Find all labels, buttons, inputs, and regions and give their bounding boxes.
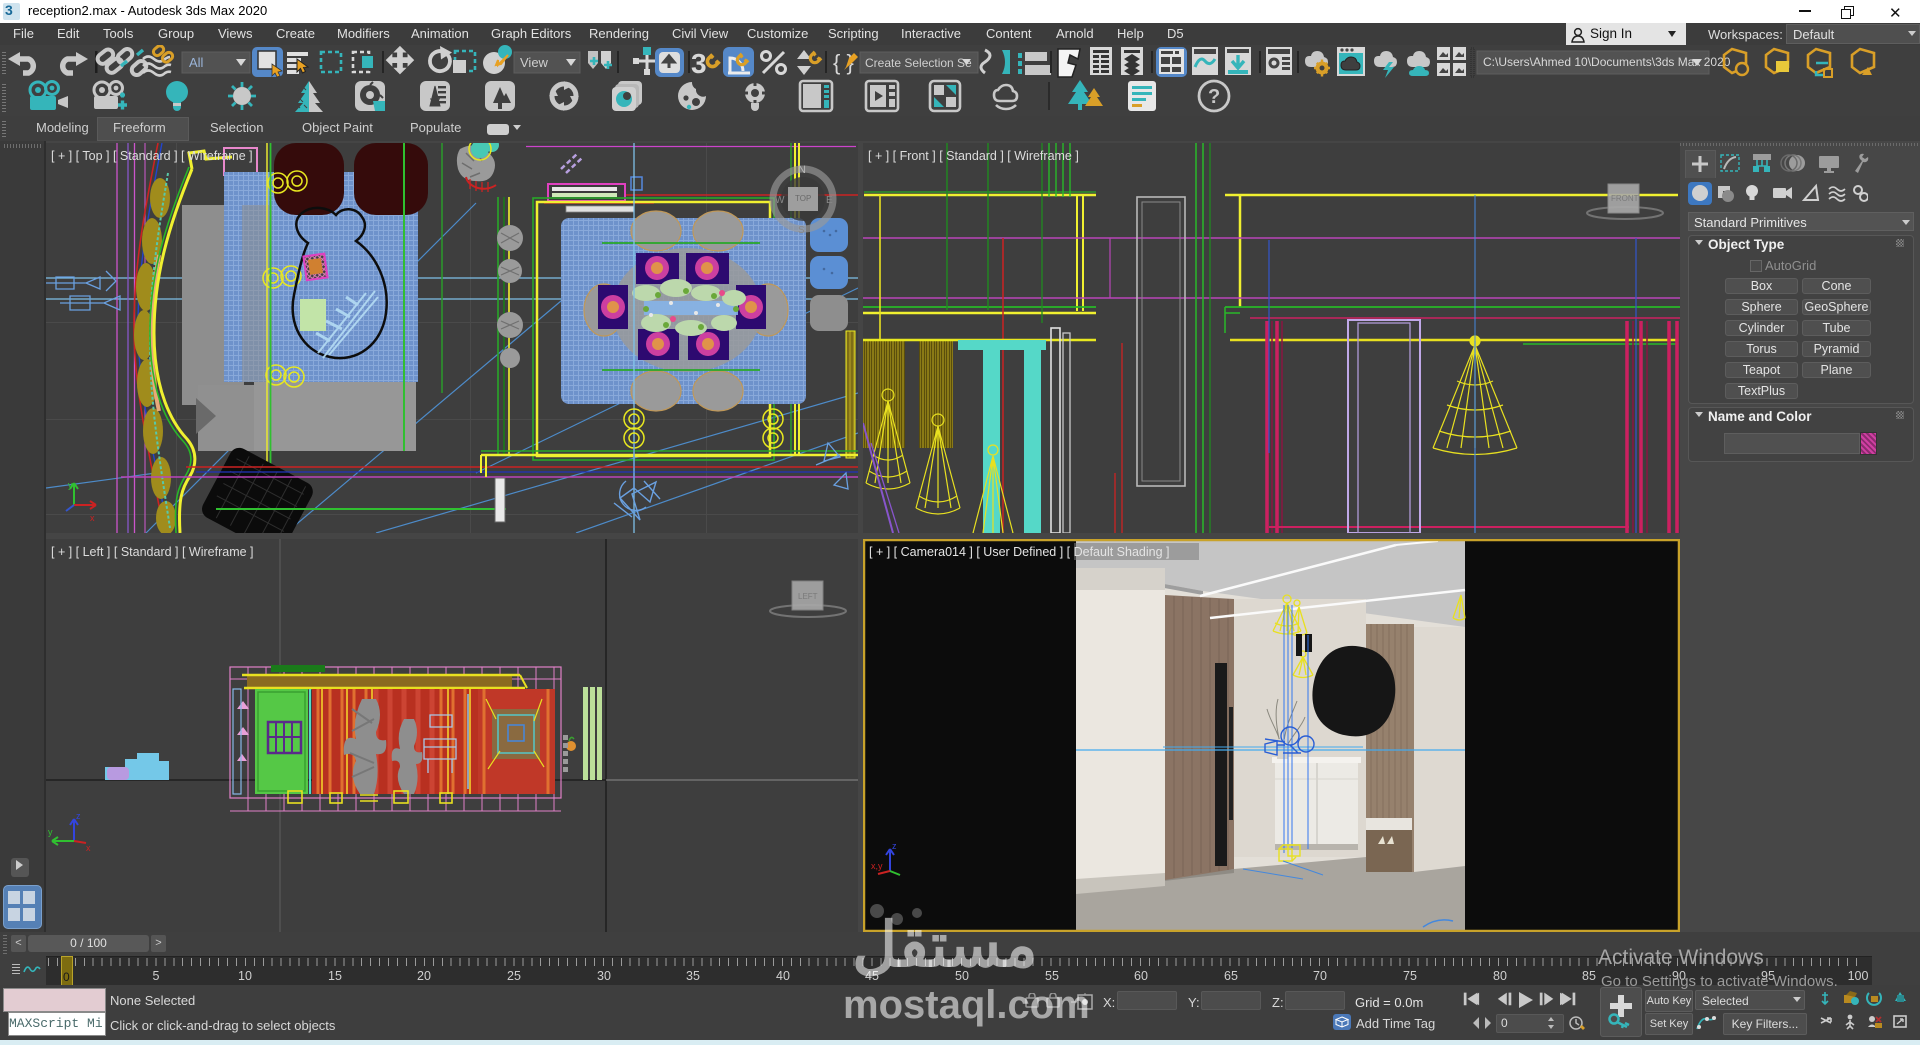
svg-text:y: y xyxy=(68,480,73,490)
svg-text:FRONT: FRONT xyxy=(1611,194,1639,203)
svg-text:View: View xyxy=(520,55,549,70)
svg-text:x,y: x,y xyxy=(871,861,883,871)
svg-text:z: z xyxy=(76,811,81,821)
svg-text:Create Selection Se: Create Selection Se xyxy=(865,56,972,70)
svg-text:All: All xyxy=(189,55,204,70)
svg-text:[ + ] [ Left ] [ Standard ] [: [ + ] [ Left ] [ Standard ] [ Wireframe … xyxy=(51,545,254,559)
svg-text:C:\Users\Ahmed 10\Documents\3d: C:\Users\Ahmed 10\Documents\3ds Max 2020 xyxy=(1483,55,1731,69)
svg-text:z: z xyxy=(892,841,897,851)
svg-text:[ + ] [ Camera014 ] [ User Def: [ + ] [ Camera014 ] [ User Defined ] [ D… xyxy=(869,545,1170,559)
svg-text:3: 3 xyxy=(691,48,707,78)
svg-text:x: x xyxy=(90,513,95,523)
svg-text:W: W xyxy=(775,195,785,206)
svg-text:N: N xyxy=(798,164,806,176)
svg-text:y: y xyxy=(48,827,53,837)
svg-text:?: ? xyxy=(1208,86,1220,108)
svg-text:[ + ] [ Top ] [ Standard ] [ W: [ + ] [ Top ] [ Standard ] [ Wireframe ] xyxy=(51,149,253,163)
svg-text:LEFT: LEFT xyxy=(798,592,818,601)
svg-text:TOP: TOP xyxy=(795,194,811,203)
svg-text:E: E xyxy=(826,195,833,206)
svg-text:x: x xyxy=(86,843,91,853)
svg-text:[ + ] [ Front ] [ Standard ] [: [ + ] [ Front ] [ Standard ] [ Wireframe… xyxy=(868,149,1079,163)
svg-text:S: S xyxy=(798,225,805,236)
